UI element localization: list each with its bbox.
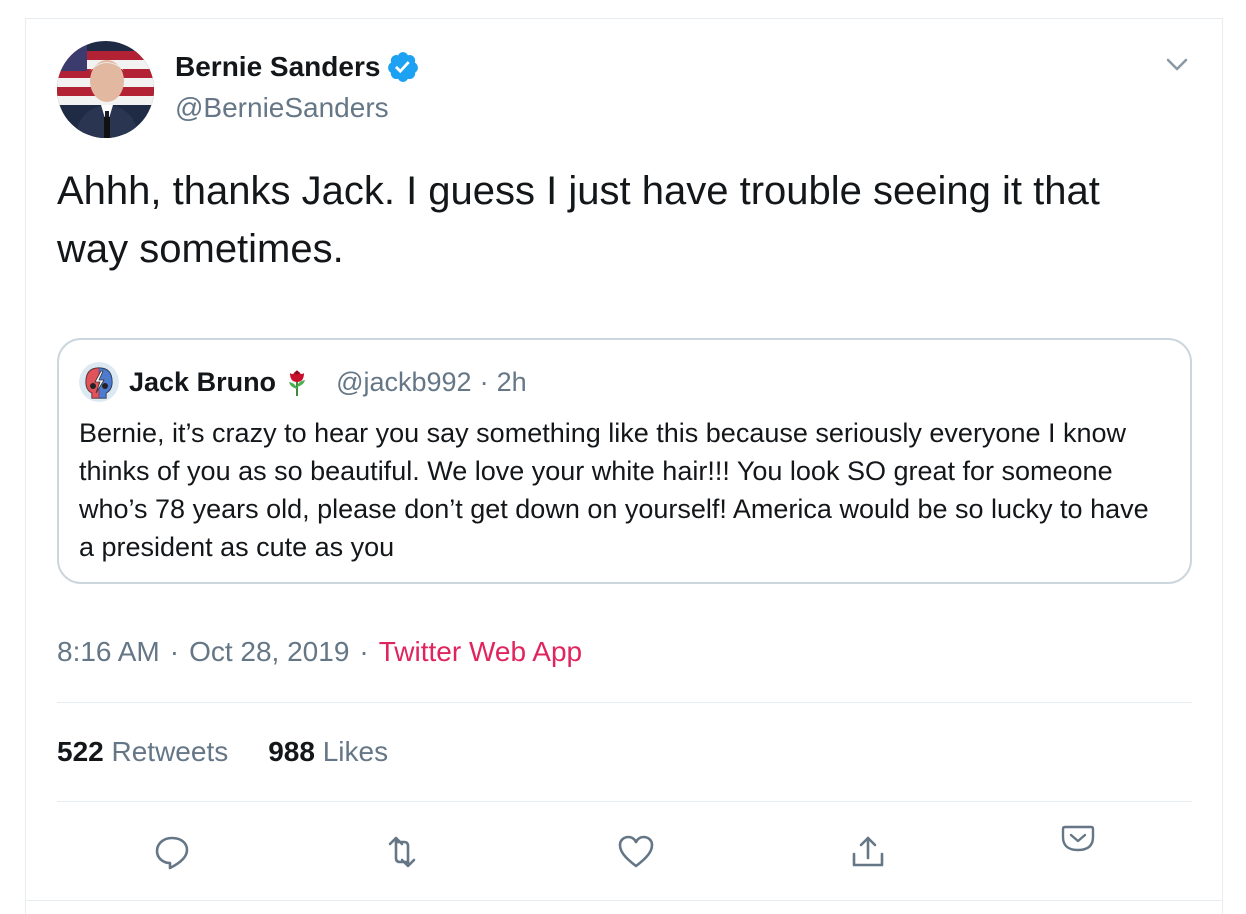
divider [57, 702, 1192, 703]
author-name-text[interactable]: Bernie Sanders [175, 51, 380, 83]
pocket-icon[interactable] [1060, 820, 1096, 856]
retweets-count: 522 [57, 736, 104, 767]
quoted-timestamp[interactable]: 2h [497, 367, 527, 398]
tweet-text: Ahhh, thanks Jack. I guess I just have t… [57, 169, 1100, 271]
author-avatar[interactable] [57, 41, 154, 138]
meta-separator: · [359, 636, 369, 667]
quoted-tweet-text: Bernie, it’s crazy to hear you say somet… [79, 418, 1149, 562]
quoted-separator: · [479, 366, 489, 397]
quoted-tweet-header: Jack Bruno @jackb992 · 2h [79, 362, 527, 402]
author-display-name[interactable]: Bernie Sanders [175, 50, 420, 84]
likes-stat[interactable]: 988 Likes [268, 736, 388, 768]
likes-count: 988 [268, 736, 315, 767]
tweet-time[interactable]: 8:16 AM [57, 636, 160, 668]
quoted-avatar[interactable] [79, 362, 119, 402]
tweet-source-link[interactable]: Twitter Web App [379, 636, 582, 668]
share-icon[interactable] [848, 832, 888, 872]
retweets-stat[interactable]: 522 Retweets [57, 736, 228, 768]
tweet-meta: 8:16 AM · Oct 28, 2019 · Twitter Web App [57, 636, 582, 668]
retweet-icon[interactable] [382, 832, 422, 872]
retweets-label: Retweets [111, 736, 229, 767]
reply-icon[interactable] [152, 832, 192, 872]
quoted-tweet-card[interactable]: Jack Bruno @jackb992 · 2h Bernie, it’s c… [57, 338, 1192, 584]
tweet-date[interactable]: Oct 28, 2019 [189, 636, 349, 668]
verified-badge-icon [386, 50, 420, 84]
rose-icon [284, 367, 310, 397]
bottom-divider [25, 900, 1223, 901]
author-handle[interactable]: @BernieSanders [175, 92, 389, 124]
quoted-author-name[interactable]: Jack Bruno [129, 367, 276, 398]
chevron-down-icon[interactable] [1163, 50, 1191, 78]
meta-separator: · [169, 636, 180, 667]
tweet-stats: 522 Retweets 988 Likes [57, 736, 388, 768]
likes-label: Likes [322, 736, 389, 767]
divider [57, 801, 1192, 802]
heart-icon[interactable] [616, 832, 656, 872]
quoted-author-handle[interactable]: @jackb992 [336, 367, 472, 398]
